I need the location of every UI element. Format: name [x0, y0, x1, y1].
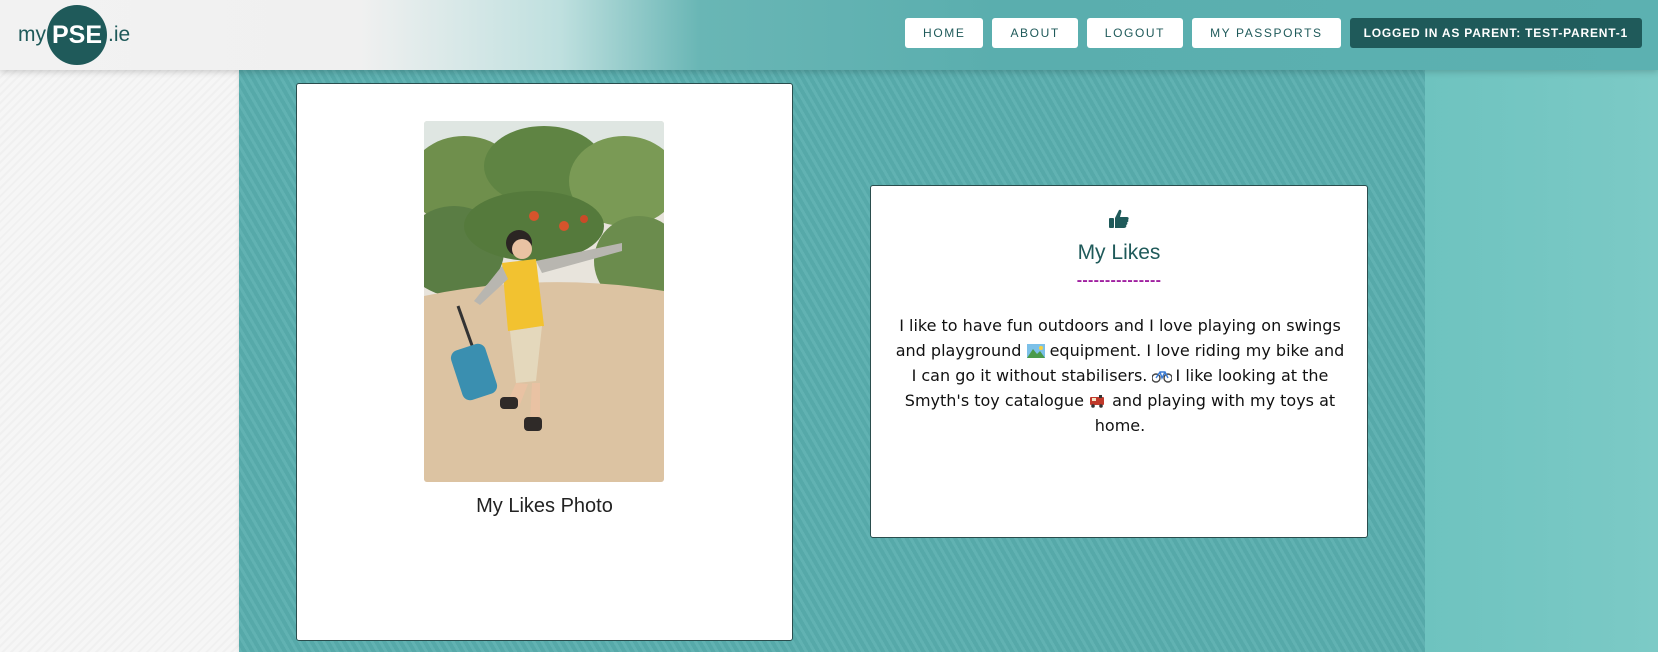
likes-title: My Likes [1077, 241, 1161, 264]
likes-text-part: and playing with my toys at home. [1094, 391, 1336, 435]
nav-about-button[interactable]: ABOUT [992, 18, 1078, 48]
right-side-panel [1425, 70, 1658, 652]
main-nav: HOME ABOUT LOGOUT MY PASSPORTS LOGGED IN… [905, 18, 1642, 48]
logo-prefix: my [18, 23, 46, 46]
photo-card: My Likes Photo [296, 83, 793, 641]
bicycle-emoji [1151, 365, 1174, 383]
my-likes-card: My Likes --------------- I like to have … [870, 185, 1368, 538]
photo-caption: My Likes Photo [476, 495, 613, 517]
my-likes-photo [424, 121, 664, 482]
train-emoji [1089, 390, 1107, 408]
nav-my-passports-button[interactable]: MY PASSPORTS [1192, 18, 1341, 48]
playground-emoji [1026, 340, 1045, 358]
likes-description: I like to have fun outdoors and I love p… [893, 313, 1347, 438]
likes-divider: --------------- [1076, 272, 1162, 289]
logo-suffix: .ie [108, 23, 131, 46]
site-logo[interactable]: my PSE .ie [18, 5, 130, 65]
top-header: my PSE .ie HOME ABOUT LOGOUT MY PASSPORT… [0, 0, 1658, 70]
logged-in-status-button[interactable]: LOGGED IN AS PARENT: TEST-PARENT-1 [1349, 18, 1642, 48]
thumbs-up-icon [871, 208, 1367, 230]
logo-circle: PSE [47, 5, 107, 65]
nav-home-button[interactable]: HOME [905, 18, 984, 48]
nav-logout-button[interactable]: LOGOUT [1086, 18, 1184, 48]
